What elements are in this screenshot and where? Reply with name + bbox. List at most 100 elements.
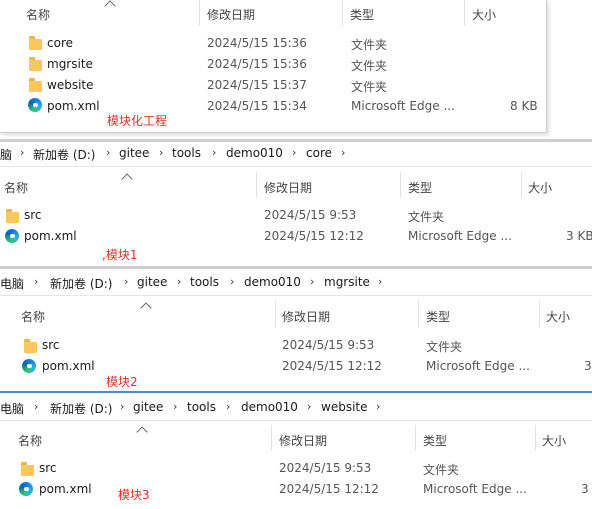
file-name: pom.xml [24, 229, 77, 243]
breadcrumb-item[interactable]: gitee [119, 146, 149, 160]
chevron-right-icon[interactable]: › [310, 275, 314, 288]
file-date: 2024/5/15 15:34 [207, 99, 307, 113]
chevron-right-icon[interactable]: › [230, 275, 234, 288]
column-separator[interactable] [400, 172, 401, 198]
chevron-right-icon[interactable]: › [376, 400, 380, 413]
annotation-label: 模块3 [118, 488, 150, 502]
breadcrumb-item[interactable]: tools [172, 146, 201, 160]
chevron-right-icon[interactable]: › [212, 146, 216, 159]
column-header-type[interactable]: 类型 [350, 6, 374, 23]
sort-ascending-icon [140, 302, 152, 314]
chevron-right-icon[interactable]: › [34, 400, 38, 413]
column-header-type[interactable]: 类型 [426, 308, 450, 325]
breadcrumb-item[interactable]: mgrsite [324, 275, 370, 289]
chevron-right-icon[interactable]: › [226, 400, 230, 413]
breadcrumb-item[interactable]: core [306, 146, 332, 160]
annotation-label: 模块2 [106, 375, 138, 389]
column-header-size[interactable]: 大小 [472, 6, 496, 23]
file-date: 2024/5/15 15:37 [207, 78, 307, 92]
column-separator[interactable] [342, 0, 343, 26]
file-type: 文件夹 [426, 340, 463, 354]
breadcrumb-item[interactable]: 电脑 [0, 400, 24, 417]
column-header-size[interactable]: 大小 [546, 308, 570, 325]
chevron-right-icon[interactable]: › [124, 275, 128, 288]
file-type: 文件夹 [351, 59, 388, 73]
column-separator[interactable] [275, 301, 276, 327]
file-date: 2024/5/15 12:12 [279, 482, 379, 496]
file-type: Microsoft Edge ... [423, 482, 527, 496]
chevron-right-icon[interactable]: › [292, 146, 296, 159]
file-date: 2024/5/15 15:36 [207, 57, 307, 71]
file-date: 2024/5/15 9:53 [279, 461, 372, 475]
column-separator[interactable] [415, 425, 416, 451]
file-name: website [47, 78, 94, 92]
column-header-modified[interactable]: 修改日期 [264, 179, 312, 196]
chevron-right-icon[interactable]: › [159, 146, 163, 159]
breadcrumb-item[interactable]: demo010 [226, 146, 283, 160]
column-separator[interactable] [418, 301, 419, 327]
chevron-right-icon[interactable]: › [378, 275, 382, 288]
edge-file-icon [28, 98, 42, 112]
file-date: 2024/5/15 12:12 [264, 229, 364, 243]
column-separator[interactable] [535, 425, 536, 451]
edge-file-icon [5, 229, 19, 243]
breadcrumb-item[interactable]: 新加卷 (D:) [50, 400, 112, 417]
file-name: src [42, 338, 60, 352]
column-header-modified[interactable]: 修改日期 [279, 432, 327, 449]
file-date: 2024/5/15 12:12 [282, 359, 382, 373]
chevron-right-icon[interactable]: › [120, 400, 124, 413]
column-header-size[interactable]: 大小 [528, 179, 552, 196]
column-separator[interactable] [539, 301, 540, 327]
column-separator[interactable] [271, 425, 272, 451]
breadcrumb-item[interactable]: 脑 [0, 146, 12, 163]
column-header-size[interactable]: 大小 [542, 432, 566, 449]
file-name: src [39, 461, 57, 475]
edge-file-icon [22, 359, 36, 373]
column-separator[interactable] [256, 172, 257, 198]
breadcrumb-item[interactable]: gitee [137, 275, 167, 289]
file-name: pom.xml [42, 359, 95, 373]
edge-file-icon [19, 482, 33, 496]
column-header-type[interactable]: 类型 [423, 432, 447, 449]
chevron-right-icon[interactable]: › [34, 275, 38, 288]
file-name: core [47, 36, 73, 50]
column-header-type[interactable]: 类型 [408, 179, 432, 196]
chevron-right-icon[interactable]: › [341, 146, 345, 159]
file-name: mgrsite [47, 57, 93, 71]
column-header-modified[interactable]: 修改日期 [282, 308, 330, 325]
breadcrumb-item[interactable]: tools [187, 400, 216, 414]
column-separator[interactable] [464, 0, 465, 26]
file-name: pom.xml [47, 99, 100, 113]
column-header-name[interactable]: 名称 [18, 432, 42, 449]
file-type: 文件夹 [351, 38, 388, 52]
column-separator[interactable] [199, 0, 200, 26]
breadcrumb-item[interactable]: demo010 [244, 275, 301, 289]
sort-ascending-icon [104, 0, 116, 12]
file-type: 文件夹 [408, 210, 445, 224]
breadcrumb-item[interactable]: gitee [133, 400, 163, 414]
column-header-name[interactable]: 名称 [4, 179, 28, 196]
folder-icon [29, 57, 42, 71]
chevron-right-icon[interactable]: › [177, 275, 181, 288]
file-size: 8 KB [510, 99, 538, 113]
breadcrumb-item[interactable]: demo010 [241, 400, 298, 414]
column-header-name[interactable]: 名称 [21, 308, 45, 325]
panel-website: 电脑 › 新加卷 (D:) › gitee › tools › demo010 … [0, 393, 592, 509]
file-type: Microsoft Edge ... [351, 99, 455, 113]
folder-icon [29, 78, 42, 92]
file-type: 文件夹 [423, 463, 460, 477]
file-date: 2024/5/15 15:36 [207, 36, 307, 50]
chevron-right-icon[interactable]: › [106, 146, 110, 159]
breadcrumb-item[interactable]: 新加卷 (D:) [50, 275, 112, 292]
file-name: src [24, 208, 42, 222]
chevron-right-icon[interactable]: › [307, 400, 311, 413]
column-header-name[interactable]: 名称 [26, 6, 50, 23]
breadcrumb-item[interactable]: 电脑 [0, 275, 24, 292]
column-separator[interactable] [521, 172, 522, 198]
column-header-modified[interactable]: 修改日期 [207, 6, 255, 23]
breadcrumb-item[interactable]: website [321, 400, 368, 414]
chevron-right-icon[interactable]: › [20, 146, 24, 159]
breadcrumb-item[interactable]: 新加卷 (D:) [33, 146, 95, 163]
chevron-right-icon[interactable]: › [173, 400, 177, 413]
breadcrumb-item[interactable]: tools [190, 275, 219, 289]
